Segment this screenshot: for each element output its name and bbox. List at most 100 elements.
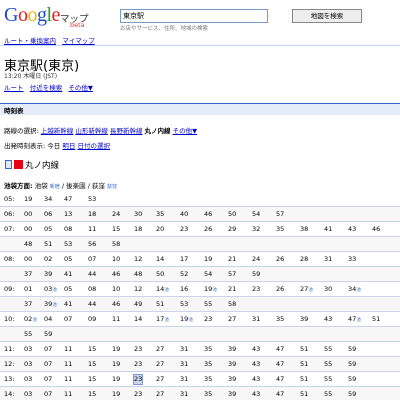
departure-minute[interactable]: 51 [372, 315, 380, 324]
departure-minute[interactable]: 35 [204, 345, 212, 354]
departure-minute[interactable]: 19 [112, 375, 120, 384]
departure-minute[interactable]: 46 [372, 225, 380, 234]
departure-minute[interactable]: 35 [156, 210, 164, 219]
departure-minute[interactable]: 13 [64, 210, 72, 219]
departure-minute[interactable]: 00 [24, 210, 32, 219]
departure-minute[interactable]: 51 [300, 390, 308, 399]
departure-minute[interactable]: 27 [156, 345, 164, 354]
departure-minute[interactable]: 23 [134, 345, 142, 354]
departure-minute[interactable]: 19 [112, 390, 120, 399]
departure-minute[interactable]: 37 [24, 270, 32, 279]
departure-minute[interactable]: 43 [348, 225, 356, 234]
departure-minute[interactable]: 41 [324, 225, 332, 234]
departure-minute[interactable]: 07 [44, 360, 52, 369]
departure-minute[interactable]: 28 [300, 255, 308, 264]
departure-minute[interactable]: 53 [64, 240, 72, 249]
departure-minute[interactable]: 31 [180, 345, 188, 354]
departure-minute[interactable]: 19池 [180, 315, 193, 325]
departure-minute[interactable]: 19 [204, 255, 212, 264]
departure-minute[interactable]: 27 [156, 390, 164, 399]
departure-minute[interactable]: 11 [64, 360, 72, 369]
departure-minute[interactable]: 03 [24, 390, 32, 399]
departure-minute[interactable]: 11 [64, 390, 72, 399]
departure-minute[interactable]: 59 [348, 360, 356, 369]
departure-minute[interactable]: 39池 [44, 300, 57, 310]
departure-minute[interactable]: 27 [156, 375, 164, 384]
departure-minute[interactable]: 55 [24, 330, 32, 339]
departure-minute[interactable]: 47 [276, 345, 284, 354]
departure-minute[interactable]: 55 [324, 390, 332, 399]
departure-minute[interactable]: 51 [44, 240, 52, 249]
departure-minute[interactable]: 35 [204, 360, 212, 369]
departure-minute[interactable]: 37 [24, 300, 32, 309]
departure-minute[interactable]: 11 [64, 345, 72, 354]
route-link[interactable]: ルート [4, 84, 24, 92]
departure-minute[interactable]: 53 [180, 300, 188, 309]
departure-minute[interactable]: 59 [348, 375, 356, 384]
departure-minute[interactable]: 19池 [204, 285, 217, 295]
departure-minute[interactable]: 29 [228, 225, 236, 234]
departure-minute[interactable]: 51 [156, 300, 164, 309]
departure-minute[interactable]: 26 [276, 285, 284, 294]
departure-minute[interactable]: 21 [228, 285, 236, 294]
departure-minute[interactable]: 56 [88, 240, 96, 249]
departure-minute[interactable]: 12 [134, 285, 142, 294]
departure-minute[interactable]: 47 [276, 360, 284, 369]
departure-minute[interactable]: 55 [204, 300, 212, 309]
departure-minute[interactable]: 43 [252, 345, 260, 354]
departure-minute[interactable]: 07 [64, 315, 72, 324]
departure-minute[interactable]: 01 [24, 285, 32, 294]
departure-minute[interactable]: 10 [112, 285, 120, 294]
departure-minute[interactable]: 39 [300, 315, 308, 324]
departure-minute[interactable]: 59 [348, 390, 356, 399]
departure-minute[interactable]: 27 [156, 360, 164, 369]
route-yamagata-shinkansen[interactable]: 山形新幹線 [75, 127, 108, 135]
departure-minute[interactable]: 35 [276, 225, 284, 234]
departure-minute[interactable]: 02 [44, 255, 52, 264]
departure-minute[interactable]: 03池 [44, 285, 57, 295]
departure-minute[interactable]: 43 [252, 390, 260, 399]
departure-minute[interactable]: 31 [180, 390, 188, 399]
departure-minute[interactable]: 43 [252, 360, 260, 369]
departure-minute[interactable]: 48 [24, 240, 32, 249]
departure-minute[interactable]: 03 [24, 345, 32, 354]
departure-minute[interactable]: 58 [112, 240, 120, 249]
departure-minute[interactable]: 19 [112, 360, 120, 369]
route-more[interactable]: その他▼ [173, 127, 198, 135]
departure-minute[interactable]: 39 [228, 360, 236, 369]
departure-minute[interactable]: 59 [44, 330, 52, 339]
departure-minute[interactable]: 39 [228, 390, 236, 399]
departure-minute[interactable]: 52 [180, 270, 188, 279]
departure-minute[interactable]: 39 [228, 345, 236, 354]
departure-minute[interactable]: 14池 [156, 285, 169, 295]
departure-minute[interactable]: 43 [324, 315, 332, 324]
date-tomorrow[interactable]: 明日 [62, 142, 75, 150]
departure-minute[interactable]: 05 [44, 225, 52, 234]
departure-minute[interactable]: 02池 [24, 315, 37, 325]
departure-minute[interactable]: 31 [324, 255, 332, 264]
departure-minute[interactable]: 30 [134, 210, 142, 219]
departure-minute[interactable]: 47 [276, 390, 284, 399]
departure-minute[interactable]: 31 [180, 375, 188, 384]
departure-minute[interactable]: 30 [324, 285, 332, 294]
departure-minute[interactable]: 48 [134, 270, 142, 279]
departure-minute[interactable]: 05 [64, 285, 72, 294]
departure-minute[interactable]: 32 [252, 225, 260, 234]
departure-minute[interactable]: 08 [88, 285, 96, 294]
departure-minute[interactable]: 51 [300, 360, 308, 369]
departure-minute[interactable]: 58 [228, 300, 236, 309]
date-other[interactable]: 日付の選択 [77, 142, 110, 150]
departure-minute[interactable]: 18 [134, 225, 142, 234]
departure-minute[interactable]: 15 [88, 360, 96, 369]
departure-minute[interactable]: 53 [88, 195, 96, 204]
nearby-search-link[interactable]: 付近を検索 [30, 84, 63, 92]
departure-minute[interactable]: 05 [64, 255, 72, 264]
departure-minute[interactable]: 51 [300, 345, 308, 354]
departure-minute[interactable]: 50 [156, 270, 164, 279]
departure-minute[interactable]: 27池 [300, 285, 313, 295]
departure-minute[interactable]: 17 [180, 255, 188, 264]
departure-minute[interactable]: 15 [88, 375, 96, 384]
departure-minute[interactable]: 55 [324, 360, 332, 369]
route-joetsu-shinkansen[interactable]: 上越新幹線 [41, 127, 74, 135]
departure-minute[interactable]: 21 [228, 255, 236, 264]
